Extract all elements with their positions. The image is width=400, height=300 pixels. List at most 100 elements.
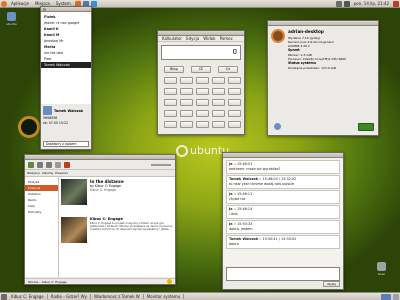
calc-key[interactable] [228,88,241,95]
music-statusbar: Wrocla... Kibuc C: Engage [25,278,175,284]
menu-applications[interactable]: Aplikacje [8,1,32,6]
calc-key[interactable] [164,110,177,117]
music-player-window: Wszyscy Albumy Piosenki Muzyka Kolekcja … [24,154,176,285]
calc-key[interactable] [212,110,225,117]
backspace-key[interactable]: Bksp [164,66,184,73]
avatar [43,106,52,115]
calc-key[interactable] [212,88,225,95]
ubuntu-logo-icon [176,144,188,157]
calc-key[interactable] [228,110,241,117]
trash-applet-icon[interactable] [393,293,399,300]
track-album: Kibuc C: Engage [90,188,117,192]
menu-kalkulator[interactable]: Kalkulator [160,36,184,41]
ubuntu-menu-icon[interactable] [1,0,7,7]
music-titlebar[interactable] [25,155,175,160]
previous-icon[interactable] [37,161,43,168]
system-titlebar[interactable] [268,21,378,26]
shuffle-icon[interactable] [64,161,70,168]
chat-history[interactable]: Ja :: 15:46:01 metheen: moze sie wyrobile… [223,158,343,266]
volume-slider[interactable] [151,163,171,166]
desktop-widget-rings [18,116,40,138]
contacts-list[interactable]: Fiolek Jedzie: rs nov google Kamil K Kam… [41,12,91,104]
system-line: Dostepna przestrzen: 123.9 GiB [288,66,336,70]
calc-key[interactable] [196,110,209,117]
system-info-window: adrian-desktop Wydanie 7.10 (gutsy) Kern… [267,20,379,136]
taskbar-button[interactable]: Kibuc C: Engage [8,294,48,299]
calc-key[interactable] [180,77,193,84]
taskbar-button[interactable]: Monitor systemu [144,294,185,299]
my-status-panel: Tomek Walczak 5698936 zb: 07.05 15:22 [41,104,91,127]
calculator-titlebar[interactable] [158,31,244,36]
calc-key[interactable] [180,88,193,95]
calc-key[interactable] [228,99,241,106]
calc-key[interactable] [164,99,177,106]
music-sidebar: Muzyka Kolekcja Ostatnio Radio Listy Pod… [25,177,59,277]
calc-key[interactable] [212,77,225,84]
calc-key[interactable] [196,77,209,84]
desktop-icon-ubuntu[interactable]: ubuntu [6,12,17,26]
calc-key[interactable] [196,88,209,95]
repeat-icon[interactable] [55,161,61,168]
clear-key[interactable]: Clr [218,66,238,73]
calc-key[interactable] [164,88,177,95]
clear-entry-key[interactable]: CE [191,66,211,73]
workspace-switcher-icon[interactable] [381,293,391,300]
calc-key[interactable] [196,99,209,106]
track-info-title: Kibuc C: Engage [90,217,123,221]
menu-widok[interactable]: Widok [201,36,217,41]
system-info-panel: adrian-desktop Wydanie 7.10 (gutsy) Kern… [268,26,378,73]
contact-row-selected[interactable]: Tomek Walczak [41,62,91,68]
desktop-icon-label: ubuntu [6,22,17,26]
calc-key[interactable] [228,77,241,84]
bottom-panel: Kibuc C: Engage Radio - Gdzie? Wy Wiadom… [0,292,400,300]
help-icon[interactable] [274,123,281,130]
calc-key[interactable] [212,121,225,128]
calculator-display: 0 [161,45,241,60]
ubuntu-emblem-icon [271,29,285,43]
send-button[interactable]: Wyslij [323,281,340,287]
music-toolbar [25,160,175,170]
my-status-line: zb: 07.05 15:22 [43,121,69,125]
chat-message: Tomek Walczak :: 15:46:04 / 15:32:02 to n… [226,175,340,189]
chat-input[interactable] [226,267,340,281]
calculator-menubar: Kalkulator Edycja Widok Pomoc [158,36,244,42]
calc-key[interactable] [164,77,177,84]
chat-window: Ja :: 15:46:01 metheen: moze sie wyrobile… [222,152,344,290]
clock[interactable]: pon, 14 lip, 21:42 [351,1,392,6]
volume-icon[interactable] [343,0,350,7]
close-dialog-button[interactable] [358,123,374,131]
taskbar-button[interactable]: Radio - Gdzie? Wy [48,294,91,299]
artist-description: Kibuc C: Engage to projekt muzyczny z Po… [90,222,173,232]
my-name: Tomek Walczak [54,108,84,113]
chat-message: Ja :: 15:46:14 i dzis [226,205,340,219]
chat-message: Ja :: 15:46:11 chyba nie [226,190,340,204]
sidebar-item[interactable]: Podcasty [25,209,58,215]
chat-titlebar[interactable] [223,153,343,158]
music-main: In the distance by Kibuc C: Engage Kibuc… [59,177,175,277]
tab-all[interactable]: Wszyscy [27,171,40,175]
taskbar-button[interactable]: Wiadomosc z Tomek W [91,294,144,299]
calc-key[interactable] [164,121,177,128]
next-icon[interactable] [46,161,52,168]
calc-key[interactable] [180,99,193,106]
play-icon[interactable] [28,161,34,168]
tab-albums[interactable]: Albumy [42,171,53,175]
calc-key[interactable] [196,121,209,128]
network-icon[interactable] [335,0,342,7]
album-art [61,179,87,205]
desktop-icon-trash[interactable]: Kosz [377,262,386,276]
close-button[interactable] [43,8,46,11]
calc-key[interactable] [180,110,193,117]
trash-icon [377,262,386,271]
show-desktop-icon[interactable] [1,293,7,300]
calc-key[interactable] [228,121,241,128]
calc-key[interactable] [180,121,193,128]
power-icon[interactable] [393,0,399,7]
contacts-titlebar[interactable] [41,7,91,12]
menu-edycja[interactable]: Edycja [184,36,201,41]
calc-key[interactable] [212,99,225,106]
music-tabs: Wszyscy Albumy Piosenki [25,170,175,177]
tab-songs[interactable]: Piosenki [55,171,67,175]
status-select[interactable]: Dostepny z opisem [43,141,89,147]
menu-pomoc[interactable]: Pomoc [218,36,235,41]
